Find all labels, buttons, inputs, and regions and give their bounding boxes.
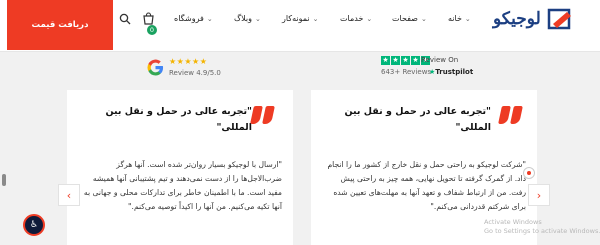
- menu-item-blog[interactable]: وبلاگ ⌄: [234, 14, 261, 23]
- cart-icon[interactable]: [141, 12, 155, 26]
- menu-item-shop[interactable]: فروشگاه ⌄: [174, 14, 213, 23]
- logo-text: لوجیکو: [493, 9, 541, 29]
- search-icon[interactable]: [118, 12, 132, 26]
- slider-dot[interactable]: [523, 167, 535, 179]
- chevron-down-icon: ⌄: [420, 14, 427, 23]
- menu-item-label: نمونه‌کار: [282, 14, 310, 23]
- windows-watermark-subtitle: Go to Settings to activate Windows.: [484, 227, 600, 235]
- accessibility-icon: ♿: [29, 220, 39, 230]
- google-rating-text: Review 4.9/5.0: [169, 69, 221, 77]
- get-quote-button[interactable]: دریافت قیمت: [7, 0, 113, 50]
- chevron-left-icon: ‹: [66, 188, 72, 202]
- chevron-down-icon: ⌄: [206, 14, 213, 23]
- chevron-down-icon: ⌄: [312, 14, 319, 23]
- menu-item-pages[interactable]: صفحات ⌄: [392, 14, 427, 23]
- windows-watermark-title: Activate Windows: [484, 218, 542, 226]
- menu-item-label: صفحات: [392, 14, 418, 23]
- menu-item-label: خانه: [448, 14, 462, 23]
- accessibility-button[interactable]: ♿: [23, 214, 45, 236]
- site-logo[interactable]: لوجیکو: [493, 7, 575, 31]
- chevron-down-icon: ⌄: [255, 14, 261, 23]
- page-scrollbar-thumb[interactable]: [2, 174, 6, 186]
- google-stars: ★★★★★: [169, 57, 208, 66]
- testimonial-card: "تجربه عالی در حمل و نقل بین المللی" "ار…: [67, 90, 293, 245]
- logo-mark-icon: [547, 8, 571, 30]
- google-logo-icon: [147, 59, 164, 76]
- site-header: دریافت قیمت 0 فروشگاه ⌄ وبلاگ ⌄ نمونه‌کار ⌄…: [0, 0, 600, 52]
- menu-item-home[interactable]: خانه ⌄: [448, 14, 471, 23]
- trustpilot-brand-label: Trustpilot: [435, 68, 474, 76]
- chevron-right-icon: ›: [536, 188, 542, 202]
- menu-item-label: خدمات: [340, 14, 364, 23]
- testimonial-body: "ارسال با لوجیکو بسیار روان‌تر شده است. …: [83, 160, 282, 211]
- slider-next-button[interactable]: ›: [528, 184, 550, 206]
- slider-prev-button[interactable]: ‹: [58, 184, 80, 206]
- menu-item-services[interactable]: خدمات ⌄: [340, 14, 372, 23]
- menu-item-label: وبلاگ: [234, 14, 253, 23]
- trustpilot-label: Review On: [421, 56, 459, 64]
- menu-item-portfolio[interactable]: نمونه‌کار ⌄: [282, 14, 318, 23]
- testimonial-title: "تجربه عالی در حمل و نقل بین المللی": [344, 106, 491, 133]
- testimonial-title: "تجربه عالی در حمل و نقل بین المللی": [105, 106, 252, 133]
- chevron-down-icon: ⌄: [366, 14, 373, 23]
- page: دریافت قیمت 0 فروشگاه ⌄ وبلاگ ⌄ نمونه‌کار ⌄…: [0, 0, 600, 245]
- trustpilot-count: 643+ Reviews: [381, 68, 432, 76]
- chevron-down-icon: ⌄: [464, 14, 471, 23]
- quote-icon: [497, 106, 523, 130]
- testimonial-body: "شرکت لوجیکو به راحتی حمل و نقل خارج از …: [327, 160, 526, 211]
- cart-count-badge: 0: [147, 25, 157, 35]
- trustpilot-brand: ★Trustpilot: [429, 68, 473, 76]
- menu-item-label: فروشگاه: [174, 14, 204, 23]
- quote-icon: [249, 106, 275, 130]
